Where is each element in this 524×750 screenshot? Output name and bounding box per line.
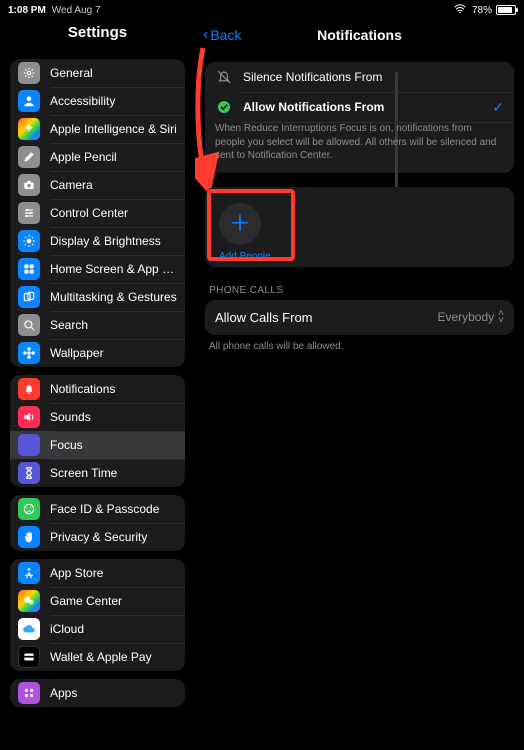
flower-icon xyxy=(18,342,40,364)
sidebar-item-label: App Store xyxy=(50,566,177,580)
option-silence-label: Silence Notifications From xyxy=(243,70,504,84)
back-button[interactable]: ‹ Back xyxy=(203,27,241,43)
search-icon xyxy=(18,314,40,336)
bell-slash-icon xyxy=(215,68,233,86)
sidebar-item-search[interactable]: Search xyxy=(10,311,185,339)
status-date: Wed Aug 7 xyxy=(52,5,101,16)
updown-icon: ˄˅ xyxy=(498,310,504,324)
sidebar-item-label: Apple Intelligence & Siri xyxy=(50,122,177,136)
person-icon xyxy=(18,90,40,112)
sidebar-item-label: Notifications xyxy=(50,382,177,396)
chevron-left-icon: ‹ xyxy=(203,27,208,43)
status-time: 1:08 PM xyxy=(8,5,46,16)
sidebar-item-pencil[interactable]: Apple Pencil xyxy=(10,143,185,171)
wifi-icon xyxy=(454,4,466,17)
astore-icon xyxy=(18,562,40,584)
sidebar-item-label: Face ID & Passcode xyxy=(50,502,177,516)
add-people-card: ＋ Add People xyxy=(205,187,514,267)
bell-icon xyxy=(18,378,40,400)
sidebar-item-label: Search xyxy=(50,318,177,332)
sidebar-item-label: Home Screen & App Library xyxy=(50,262,177,276)
sidebar-item-apps[interactable]: Apps xyxy=(10,679,185,707)
sidebar-item-label: Privacy & Security xyxy=(50,530,177,544)
bubbles-icon xyxy=(18,590,40,612)
battery-icon xyxy=(496,5,516,15)
battery-percent: 78% xyxy=(472,5,492,16)
face-icon xyxy=(18,498,40,520)
gear-icon xyxy=(18,62,40,84)
option-allow-label: Allow Notifications From xyxy=(243,100,492,114)
sidebar-item-focus[interactable]: Focus xyxy=(10,431,185,459)
sidebar-item-label: Sounds xyxy=(50,410,177,424)
grid-icon xyxy=(18,258,40,280)
sidebar-item-sounds[interactable]: Sounds xyxy=(10,403,185,431)
sidebar-item-label: Accessibility xyxy=(50,94,177,108)
sidebar-title: Settings xyxy=(0,18,195,51)
sidebar-item-label: Focus xyxy=(50,438,177,452)
moon-icon xyxy=(18,434,40,456)
sidebar-item-display[interactable]: Display & Brightness xyxy=(10,227,185,255)
check-shield-icon xyxy=(215,98,233,116)
sidebar-item-label: iCloud xyxy=(50,622,177,636)
sidebar-item-faceid[interactable]: Face ID & Passcode xyxy=(10,495,185,523)
sidebar-item-notifications[interactable]: Notifications xyxy=(10,375,185,403)
hourglass-icon xyxy=(18,462,40,484)
hand-icon xyxy=(18,526,40,548)
sidebar-item-icloud[interactable]: iCloud xyxy=(10,615,185,643)
sidebar-item-wallet[interactable]: Wallet & Apple Pay xyxy=(10,643,185,671)
add-people-button[interactable]: ＋ xyxy=(219,203,261,245)
detail-pane: ‹ Back Notifications Silence Notificatio… xyxy=(195,18,524,750)
sidebar-item-app-store[interactable]: App Store xyxy=(10,559,185,587)
allow-calls-label: Allow Calls From xyxy=(215,310,437,325)
speaker-icon xyxy=(18,406,40,428)
sidebar-item-label: Wallpaper xyxy=(50,346,177,360)
sidebar-item-privacy[interactable]: Privacy & Security xyxy=(10,523,185,551)
option-silence[interactable]: Silence Notifications From xyxy=(205,62,514,92)
sidebar-item-label: Apple Pencil xyxy=(50,150,177,164)
sidebar-item-home-screen[interactable]: Home Screen & App Library xyxy=(10,255,185,283)
calls-caption: All phone calls will be allowed. xyxy=(209,341,510,352)
sidebar-item-wallpaper[interactable]: Wallpaper xyxy=(10,339,185,367)
wallet-icon xyxy=(18,646,40,668)
sidebar-item-label: Wallet & Apple Pay xyxy=(50,650,177,664)
appsgrid-icon xyxy=(18,682,40,704)
sidebar-item-accessibility[interactable]: Accessibility xyxy=(10,87,185,115)
sidebar-item-ai-siri[interactable]: Apple Intelligence & Siri xyxy=(10,115,185,143)
allow-calls-row[interactable]: Allow Calls From Everybody ˄˅ xyxy=(205,300,514,335)
sidebar-item-label: Control Center xyxy=(50,206,177,220)
sparkle-icon xyxy=(18,118,40,140)
sidebar-item-label: General xyxy=(50,66,177,80)
sun-icon xyxy=(18,230,40,252)
plus-icon: ＋ xyxy=(229,213,251,235)
sidebar-item-label: Apps xyxy=(50,686,177,700)
option-description: When Reduce Interruptions Focus is on, n… xyxy=(205,122,514,173)
sidebar-item-label: Screen Time xyxy=(50,466,177,480)
checkmark-icon: ✓ xyxy=(492,99,504,116)
phone-calls-header: Phone Calls xyxy=(209,285,510,296)
squares-icon xyxy=(18,286,40,308)
notification-mode-group: Silence Notifications From Allow Notific… xyxy=(205,62,514,173)
sidebar-item-label: Game Center xyxy=(50,594,177,608)
pencil-icon xyxy=(18,146,40,168)
allow-calls-value: Everybody xyxy=(437,310,494,324)
sidebar-item-camera[interactable]: Camera xyxy=(10,171,185,199)
sidebar-item-label: Display & Brightness xyxy=(50,234,177,248)
sidebar-item-label: Multitasking & Gestures xyxy=(50,290,177,304)
sliders-icon xyxy=(18,202,40,224)
back-label: Back xyxy=(210,27,241,43)
sidebar-item-label: Camera xyxy=(50,178,177,192)
camera-icon xyxy=(18,174,40,196)
sidebar-item-game-center[interactable]: Game Center xyxy=(10,587,185,615)
settings-sidebar[interactable]: Settings General Accessibility Apple Intel… xyxy=(0,18,195,750)
sidebar-item-screen-time[interactable]: Screen Time xyxy=(10,459,185,487)
add-people-label: Add People xyxy=(219,251,500,262)
page-title: Notifications xyxy=(195,27,524,43)
cloud-icon xyxy=(18,618,40,640)
sidebar-item-general[interactable]: General xyxy=(10,59,185,87)
status-bar: 1:08 PM Wed Aug 7 78% xyxy=(0,0,524,18)
sidebar-item-multitask[interactable]: Multitasking & Gestures xyxy=(10,283,185,311)
option-allow[interactable]: Allow Notifications From ✓ xyxy=(205,92,514,122)
sidebar-item-control-center[interactable]: Control Center xyxy=(10,199,185,227)
